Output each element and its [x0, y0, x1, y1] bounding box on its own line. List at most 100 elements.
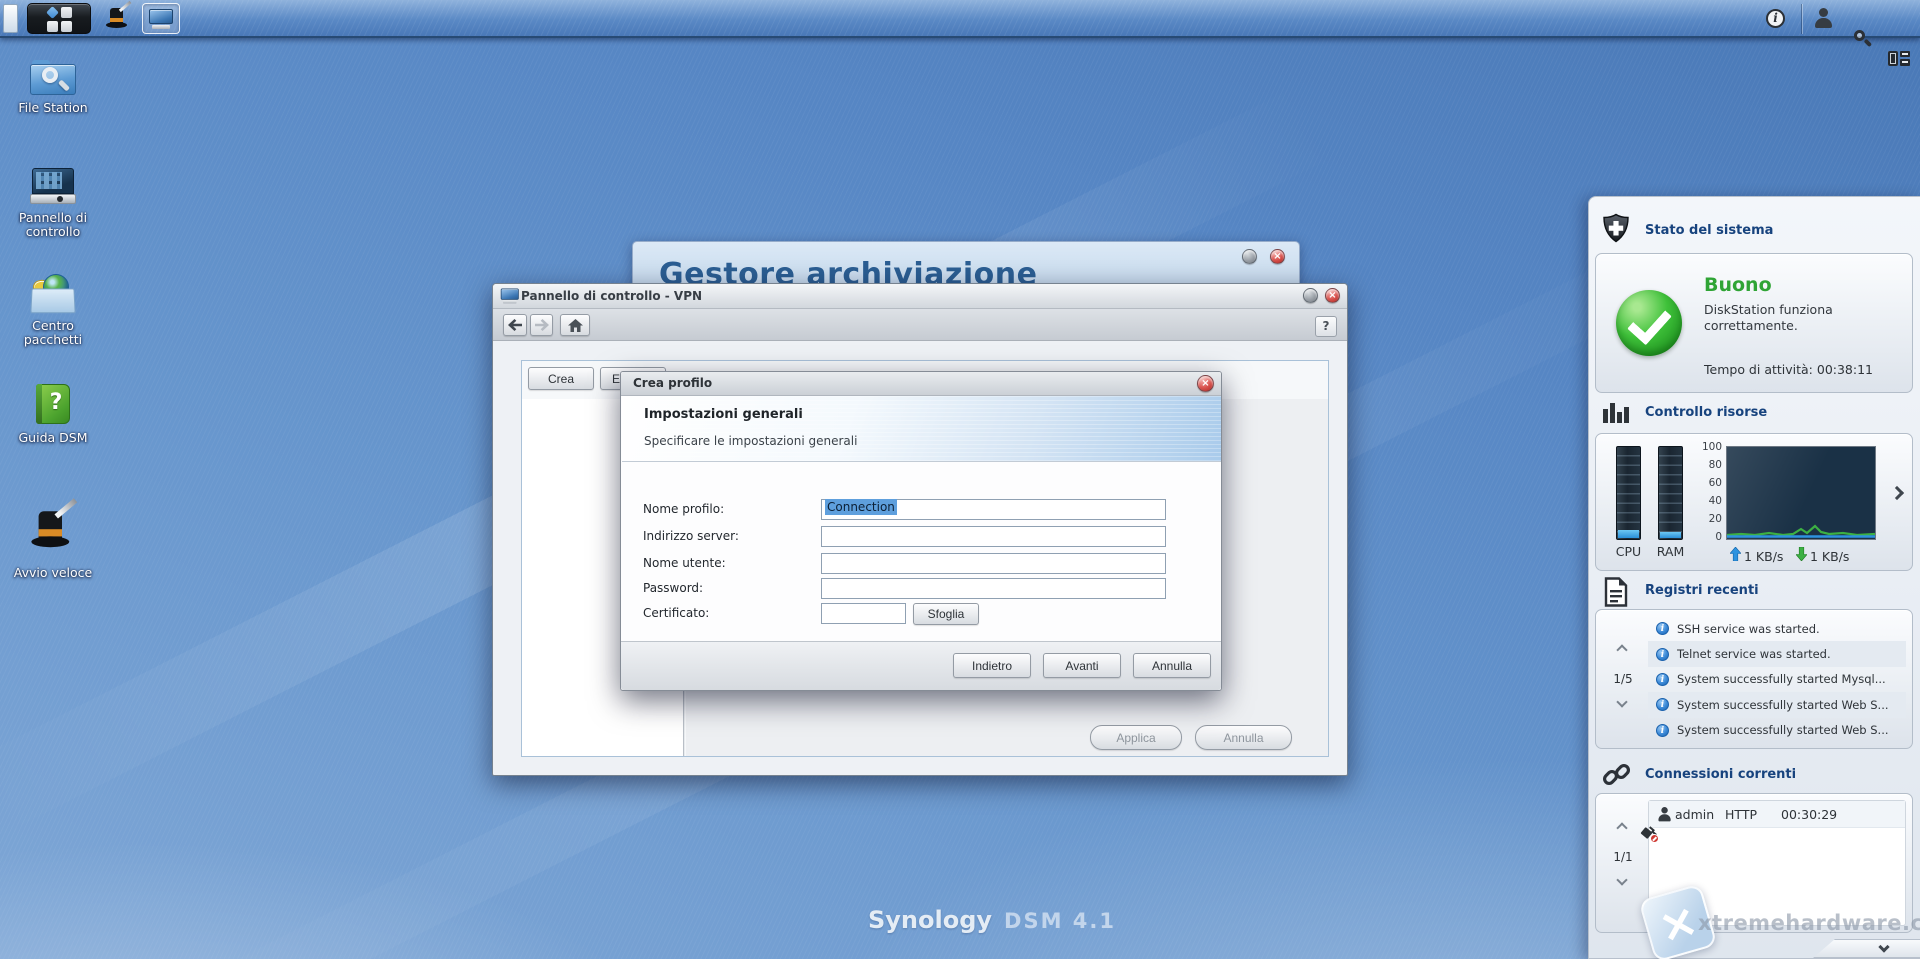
- main-menu-icon: [46, 6, 73, 33]
- profile-name-label: Nome profilo:: [643, 502, 725, 516]
- help-button[interactable]: ?: [1315, 316, 1337, 337]
- widget-panel: Stato del sistema Buono DiskStation funz…: [1588, 196, 1920, 959]
- close-icon[interactable]: ×: [1325, 288, 1340, 303]
- cancel-button[interactable]: Annulla: [1195, 725, 1292, 750]
- user-icon: [1657, 807, 1671, 822]
- minimize-button[interactable]: [1303, 288, 1318, 303]
- certificate-label: Certificato:: [643, 606, 710, 620]
- desktop-icon-file-station[interactable]: File Station: [8, 60, 98, 115]
- desktop-icon-label: Guida DSM: [18, 430, 88, 445]
- upload-arrow-icon: [1730, 547, 1741, 561]
- server-address-input[interactable]: [821, 526, 1166, 547]
- info-icon[interactable]: i: [1766, 9, 1785, 28]
- logs-page-down-icon[interactable]: [1616, 696, 1628, 708]
- system-status-title: Stato del sistema: [1645, 223, 1774, 238]
- back-button[interactable]: [503, 314, 527, 336]
- desktop-icon-quick-start[interactable]: Avvio veloce: [8, 498, 98, 580]
- dialog-footer: Indietro Avanti Annulla: [621, 641, 1221, 690]
- info-icon: i: [1656, 698, 1669, 712]
- control-panel-window-icon: [148, 7, 174, 31]
- resource-expand-icon[interactable]: [1889, 485, 1905, 501]
- user-icon[interactable]: [1813, 8, 1833, 28]
- log-row[interactable]: i System successfully started Web S...: [1648, 692, 1906, 718]
- certificate-input[interactable]: [821, 603, 906, 624]
- cpu-meter: [1616, 446, 1641, 540]
- network-traffic-chart: [1726, 446, 1876, 540]
- close-icon[interactable]: ×: [1270, 249, 1285, 264]
- taskbar-active-window-button[interactable]: [142, 3, 180, 34]
- logs-page-up-icon[interactable]: [1616, 644, 1628, 656]
- watermark-text: xtremehardware.com: [1698, 911, 1920, 935]
- connections-page-down-icon[interactable]: [1616, 874, 1628, 886]
- info-icon: i: [1656, 672, 1669, 686]
- show-desktop-button[interactable]: [3, 4, 18, 33]
- desktop-icon-control-panel[interactable]: Pannello di controllo: [8, 166, 98, 239]
- info-icon: i: [1656, 622, 1669, 636]
- upload-speed: 1 KB/s: [1744, 549, 1784, 564]
- profile-name-input[interactable]: Connection: [821, 499, 1166, 520]
- log-row[interactable]: i System successfully started Mysql...: [1648, 667, 1906, 692]
- password-input[interactable]: [821, 578, 1166, 599]
- widget-panel-collapse-tab[interactable]: [1813, 939, 1920, 958]
- system-status-card: Buono DiskStation funziona correttamente…: [1595, 253, 1913, 393]
- window-titlebar[interactable]: Pannello di controllo - VPN ×: [493, 284, 1347, 309]
- dialog-titlebar[interactable]: Crea profilo ×: [621, 372, 1221, 396]
- dialog-cancel-button[interactable]: Annulla: [1133, 653, 1211, 678]
- taskbar: i: [0, 0, 1920, 66]
- browse-button[interactable]: Sfoglia: [913, 603, 979, 625]
- network-chart-axis: 100 80 60 40 20 0: [1701, 441, 1722, 543]
- magician-hat-icon: [105, 0, 132, 30]
- log-row[interactable]: i SSH service was started.: [1648, 616, 1906, 641]
- cpu-label: CPU: [1615, 544, 1642, 559]
- dialog-heading: Impostazioni generali: [644, 407, 803, 422]
- connection-user: admin: [1675, 807, 1715, 822]
- connection-protocol: HTTP: [1725, 807, 1757, 822]
- resource-monitor-card: CPU RAM 100 80 60 40 20 0 1 KB/s 1 KB/s: [1595, 433, 1913, 571]
- desktop-icon-label: Pannello di controllo: [18, 210, 88, 239]
- bar-chart-icon: [1603, 403, 1629, 423]
- pilot-view-icon[interactable]: [1888, 49, 1910, 69]
- connections-page-up-icon[interactable]: [1616, 822, 1628, 834]
- resource-monitor-title: Controllo risorse: [1645, 405, 1768, 420]
- create-button[interactable]: Crea: [528, 367, 594, 390]
- selected-text: Connection: [825, 499, 897, 515]
- home-button[interactable]: [560, 314, 590, 336]
- desktop-icon-label: File Station: [18, 100, 88, 115]
- apply-button[interactable]: Applica: [1090, 725, 1182, 750]
- close-icon[interactable]: ×: [1197, 375, 1214, 392]
- download-arrow-icon: [1796, 547, 1807, 561]
- minimize-button[interactable]: [1242, 249, 1257, 264]
- connection-time: 00:30:29: [1781, 807, 1838, 822]
- forward-button[interactable]: [530, 314, 553, 336]
- window-icon: [500, 287, 520, 305]
- taskbar-quick-start-button[interactable]: [99, 0, 137, 34]
- back-step-button[interactable]: Indietro: [953, 653, 1031, 678]
- window-title: Pannello di controllo - VPN: [521, 289, 703, 303]
- search-icon[interactable]: [1852, 29, 1873, 49]
- username-label: Nome utente:: [643, 556, 726, 570]
- navigation-toolbar: [493, 309, 1347, 341]
- connection-row[interactable]: admin HTTP 00:30:29: [1640, 801, 1905, 843]
- next-step-button[interactable]: Avanti: [1043, 653, 1121, 678]
- server-address-label: Indirizzo server:: [643, 529, 739, 543]
- dsm-version: DSM 4.1: [1004, 909, 1117, 933]
- status-description: DiskStation funziona correttamente.: [1704, 302, 1833, 333]
- uptime-text: Tempo di attività: 00:38:11: [1704, 362, 1874, 377]
- logs-page-indicator: 1/5: [1613, 672, 1633, 686]
- connections-page-indicator: 1/1: [1613, 850, 1633, 864]
- dialog-subheading: Specificare le impostazioni generali: [644, 434, 858, 448]
- download-speed: 1 KB/s: [1810, 549, 1850, 564]
- desktop-icon-dsm-help[interactable]: ? Guida DSM: [8, 384, 98, 445]
- recent-logs-title: Registri recenti: [1645, 583, 1759, 598]
- main-menu-button[interactable]: [27, 3, 91, 34]
- log-row[interactable]: i Telnet service was started.: [1648, 641, 1906, 667]
- shield-icon: [1603, 213, 1629, 243]
- desktop-icon-label: Avvio veloce: [13, 565, 93, 580]
- create-profile-dialog: Crea profilo × Impostazioni generali Spe…: [620, 371, 1222, 691]
- dsm-help-icon: ?: [34, 384, 72, 426]
- taskbar-separator: [1801, 4, 1802, 34]
- desktop-icon-package-center[interactable]: Centro pacchetti: [8, 272, 98, 347]
- log-row[interactable]: i System successfully started Web S...: [1648, 718, 1906, 743]
- disconnect-icon[interactable]: [1640, 826, 1659, 843]
- username-input[interactable]: [821, 553, 1166, 574]
